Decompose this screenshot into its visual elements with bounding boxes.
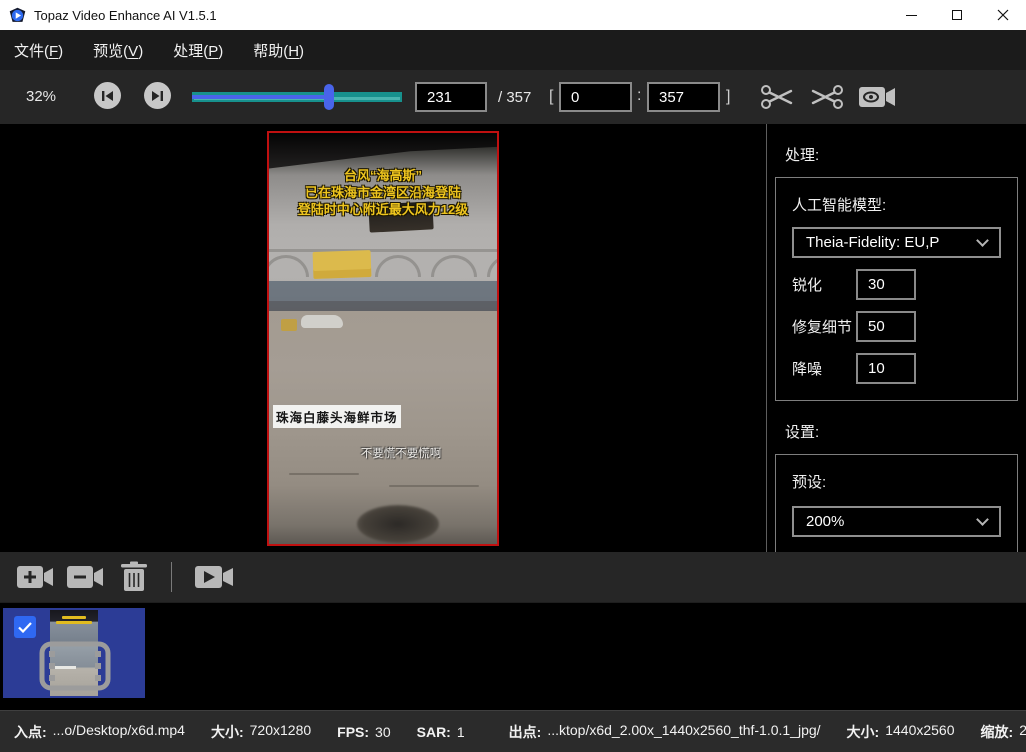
menu-file[interactable]: 文件(F) bbox=[14, 40, 63, 61]
film-crop-icon bbox=[39, 641, 111, 691]
chevron-down-icon bbox=[976, 513, 989, 526]
toolbar-divider bbox=[171, 562, 172, 592]
status-output-path: 出点:...ktop/x6d_2.00x_1440x2560_thf-1.0.1… bbox=[509, 722, 821, 742]
slider-fill bbox=[192, 95, 329, 99]
menu-process[interactable]: 处理(P) bbox=[173, 40, 223, 61]
delete-clip-button[interactable] bbox=[120, 561, 148, 596]
app-window: Topaz Video Enhance AI V1.5.1 文件(F) 预览(V… bbox=[0, 0, 1026, 752]
trim-start-button[interactable] bbox=[760, 83, 794, 114]
trim-end-button[interactable] bbox=[810, 83, 844, 114]
minimize-icon bbox=[906, 15, 917, 16]
menu-preview[interactable]: 预览(V) bbox=[93, 40, 143, 61]
process-video-icon bbox=[194, 562, 234, 592]
clip-toolbar bbox=[0, 552, 1026, 602]
check-icon bbox=[18, 622, 32, 633]
menubar: 文件(F) 预览(V) 处理(P) 帮助(H) bbox=[0, 30, 1026, 70]
frame-slider[interactable] bbox=[192, 89, 402, 105]
cut-right-icon bbox=[810, 83, 844, 111]
clip-strip bbox=[0, 602, 1026, 710]
preset-dropdown[interactable]: 200% bbox=[792, 506, 1001, 537]
status-scale: 缩放:200% bbox=[981, 722, 1026, 742]
minimize-button[interactable] bbox=[888, 0, 934, 30]
range-start-input[interactable] bbox=[559, 82, 632, 112]
ai-model-label: 人工智能模型: bbox=[792, 194, 1001, 215]
ai-model-value: Theia-Fidelity: EU,P bbox=[806, 234, 939, 251]
clip-select-checkbox[interactable] bbox=[14, 616, 36, 638]
ai-model-group: 人工智能模型: Theia-Fidelity: EU,P 锐化 修复细节 降噪 bbox=[775, 177, 1018, 401]
skip-to-start-icon bbox=[101, 90, 114, 102]
zoom-level: 32% bbox=[26, 88, 56, 105]
denoise-label: 降噪 bbox=[792, 358, 856, 379]
preview-camera-icon bbox=[858, 83, 896, 111]
ai-model-dropdown[interactable]: Theia-Fidelity: EU,P bbox=[792, 227, 1001, 258]
status-fps: FPS:30 bbox=[337, 724, 390, 740]
sharpen-label: 锐化 bbox=[792, 274, 856, 295]
skip-to-end-icon bbox=[151, 90, 164, 102]
preview-dark-blob bbox=[357, 505, 439, 543]
menu-help[interactable]: 帮助(H) bbox=[253, 40, 304, 61]
skip-to-start-button[interactable] bbox=[94, 82, 121, 109]
maximize-icon bbox=[952, 10, 962, 20]
current-frame-input[interactable] bbox=[415, 82, 487, 112]
sharpen-row: 锐化 bbox=[792, 269, 1001, 300]
revert-detail-row: 修复细节 bbox=[792, 311, 1001, 342]
status-sar: SAR:1 bbox=[417, 724, 465, 740]
cut-left-icon bbox=[760, 83, 794, 111]
close-button[interactable] bbox=[980, 0, 1026, 30]
total-frames-label: / 357 bbox=[498, 89, 531, 106]
remove-video-icon bbox=[66, 562, 104, 592]
preview-roof-shadow bbox=[269, 133, 497, 169]
maximize-button[interactable] bbox=[934, 0, 980, 30]
status-input-size: 大小:720x1280 bbox=[211, 722, 311, 742]
status-output-size: 大小:1440x2560 bbox=[847, 722, 955, 742]
preset-value: 200% bbox=[806, 513, 844, 530]
status-input-path: 入点:...o/Desktop/x6d.mp4 bbox=[14, 722, 185, 742]
chevron-down-icon bbox=[976, 234, 989, 247]
titlebar: Topaz Video Enhance AI V1.5.1 bbox=[0, 0, 1026, 30]
preview-yellow-sign bbox=[313, 249, 372, 278]
preview-debris-shape bbox=[281, 319, 297, 331]
video-subtitle: 不要慌不要慌啊 bbox=[305, 445, 497, 461]
range-bracket-close: ] bbox=[726, 88, 730, 106]
sharpen-input[interactable] bbox=[856, 269, 916, 300]
skip-to-end-button[interactable] bbox=[144, 82, 171, 109]
preview-area: 台风“海高斯” 已在珠海市金湾区沿海登陆 登陆时中心附近最大风力12级 珠海白藤… bbox=[0, 124, 766, 552]
video-caption: 台风“海高斯” 已在珠海市金湾区沿海登陆 登陆时中心附近最大风力12级 bbox=[269, 167, 497, 218]
clip-thumbnail-selected[interactable] bbox=[3, 608, 145, 698]
settings-group: 预设: 200% 裁剪以填充帧 bbox=[775, 454, 1018, 552]
preview-bridge-shape bbox=[269, 247, 497, 285]
process-heading: 处理: bbox=[785, 144, 1026, 165]
window-title: Topaz Video Enhance AI V1.5.1 bbox=[34, 8, 217, 23]
add-video-icon bbox=[16, 562, 54, 592]
app-logo-icon bbox=[9, 7, 26, 24]
statusbar: 入点:...o/Desktop/x6d.mp4 大小:720x1280 FPS:… bbox=[0, 710, 1026, 752]
preview-car-shape bbox=[301, 315, 343, 328]
close-icon bbox=[997, 9, 1009, 21]
settings-heading: 设置: bbox=[785, 421, 1026, 442]
video-location-tag: 珠海白藤头海鲜市场 bbox=[273, 405, 401, 428]
side-panel: 处理: 人工智能模型: Theia-Fidelity: EU,P 锐化 修复细节… bbox=[766, 124, 1026, 552]
add-video-button[interactable] bbox=[16, 562, 54, 595]
revert-detail-label: 修复细节 bbox=[792, 316, 856, 337]
preview-bridge-base bbox=[269, 281, 497, 301]
denoise-input[interactable] bbox=[856, 353, 916, 384]
range-separator: : bbox=[637, 87, 641, 105]
denoise-row: 降噪 bbox=[792, 353, 1001, 384]
playback-toolbar: 32% / 357 [ : ] bbox=[0, 70, 1026, 124]
trash-icon bbox=[120, 561, 148, 593]
preview-embankment bbox=[269, 301, 497, 311]
main-area: 台风“海高斯” 已在珠海市金湾区沿海登陆 登陆时中心附近最大风力12级 珠海白藤… bbox=[0, 124, 1026, 552]
preset-label: 预设: bbox=[792, 471, 1001, 492]
process-video-button[interactable] bbox=[194, 562, 234, 595]
remove-video-button[interactable] bbox=[66, 562, 104, 595]
range-end-input[interactable] bbox=[647, 82, 720, 112]
video-preview[interactable]: 台风“海高斯” 已在珠海市金湾区沿海登陆 登陆时中心附近最大风力12级 珠海白藤… bbox=[267, 131, 499, 546]
preview-button[interactable] bbox=[858, 83, 896, 114]
range-bracket-open: [ bbox=[549, 88, 553, 106]
slider-handle[interactable] bbox=[324, 84, 334, 110]
revert-detail-input[interactable] bbox=[856, 311, 916, 342]
